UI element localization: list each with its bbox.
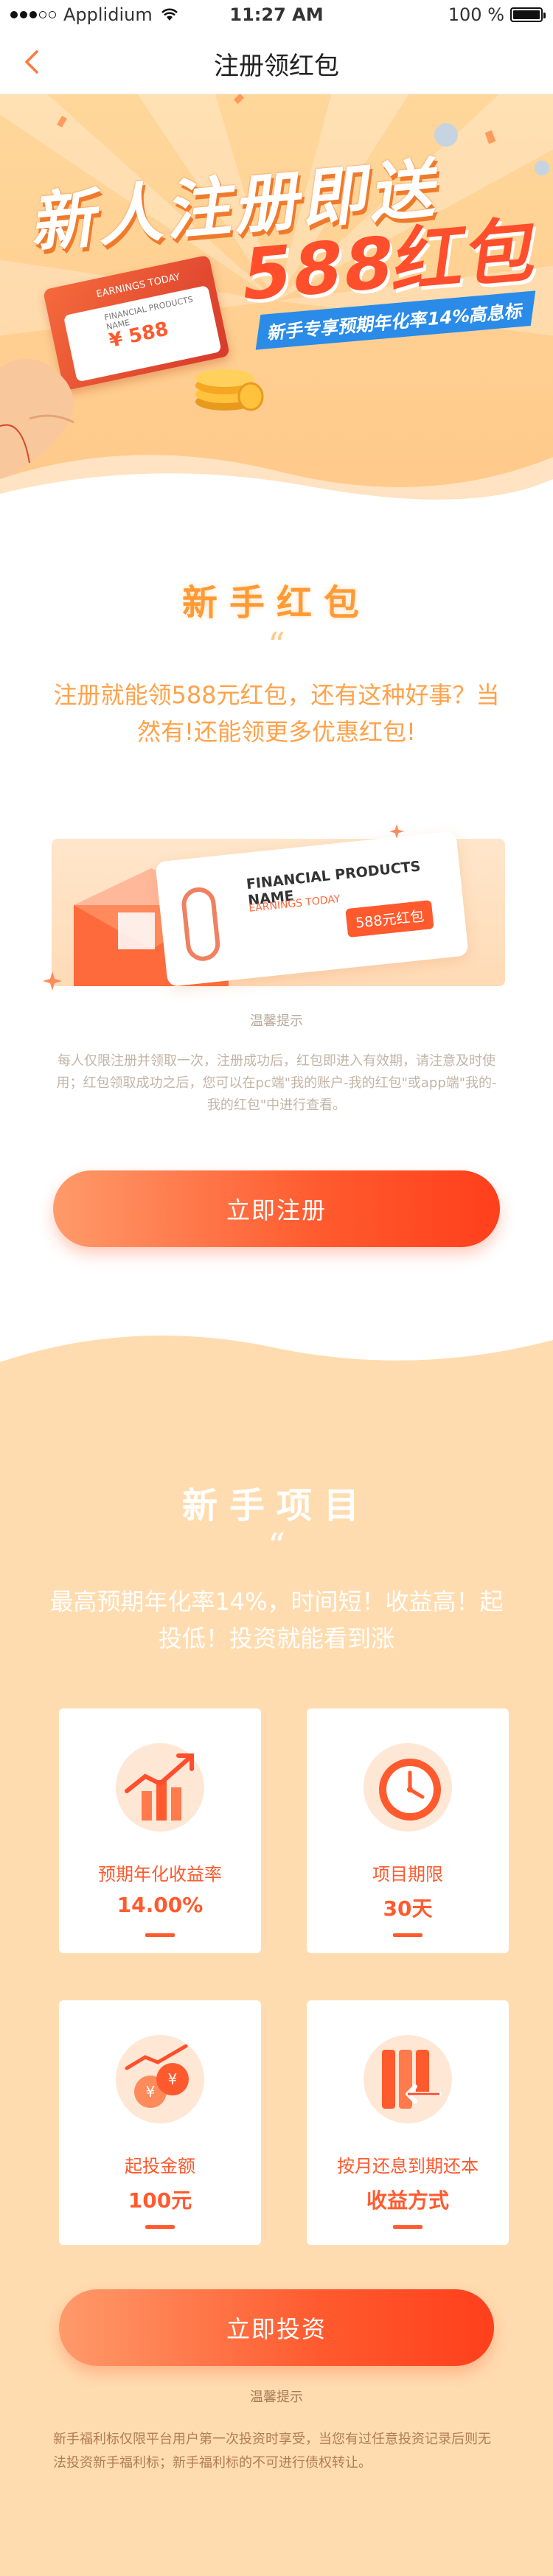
battery-icon bbox=[510, 7, 546, 22]
feature-card-min-invest: ¥ ¥ 起投金额 100元 bbox=[59, 2000, 261, 2245]
projects-title: 新手项目 bbox=[181, 1485, 371, 1526]
projects-description: 最高预期年化率14%，时间短！收益高！起投低！投资就能看到涨 bbox=[49, 1588, 504, 1652]
tips-label: 温馨提示 bbox=[250, 1013, 303, 1029]
sparkle-icon bbox=[389, 824, 404, 839]
feature-value: 14.00% bbox=[116, 1893, 204, 1917]
nav-bar: 注册领红包 bbox=[0, 29, 553, 94]
tips-body: 每人仅限注册并领取一次，注册成功后，红包即进入有效期，请注意及时使用；红包领取成… bbox=[56, 1053, 497, 1113]
feature-card-term: 项目期限 30天 bbox=[307, 1708, 509, 1953]
underline-bar bbox=[393, 2225, 422, 2229]
red-packet-section: 新手红包 “ 注册就能领588元红包，还有这种好事？当然有!还能领更多优惠红包!… bbox=[0, 507, 553, 1310]
coins-icon: ¥ ¥ bbox=[116, 2035, 204, 2123]
hero-banner: 新人注册即送 588红包 新手专享预期年化率14%高息标 EARNINGS TO… bbox=[0, 94, 553, 507]
coupon-ticket: FINANCIAL PRODUCTS NAME EARNINGS TODAY 5… bbox=[155, 831, 469, 987]
svg-text:¥: ¥ bbox=[168, 2070, 178, 2088]
quote-icon: “ bbox=[268, 1526, 285, 1566]
wave-divider bbox=[0, 455, 553, 507]
red-packet-description: 注册就能领588元红包，还有这种好事？当然有!还能领更多优惠红包! bbox=[53, 681, 500, 746]
feature-label: 项目期限 bbox=[372, 1864, 443, 1885]
status-bar: Applidium 11:27 AM 100 % bbox=[0, 0, 553, 29]
feature-value: 30天 bbox=[383, 1896, 433, 1921]
feature-label: 起投金额 bbox=[125, 2156, 195, 2177]
feature-value: 100元 bbox=[128, 2188, 192, 2213]
feature-label: 预期年化收益率 bbox=[98, 1864, 222, 1885]
coupon-amount-badge: 588元红包 bbox=[345, 900, 434, 938]
feature-value: 收益方式 bbox=[366, 2188, 449, 2213]
wave-divider bbox=[0, 1310, 553, 1362]
feature-label: 按月还息到期还本 bbox=[337, 2156, 479, 2177]
tips-label: 温馨提示 bbox=[250, 2390, 303, 2405]
underline-bar bbox=[145, 2225, 175, 2229]
paperclip-icon bbox=[180, 885, 222, 963]
newbie-projects-section: 新手项目 “ 最高预期年化率14%，时间短！收益高！起投低！投资就能看到涨 预期… bbox=[0, 1310, 553, 2576]
coins-icon bbox=[195, 369, 264, 411]
feature-card-repayment: 按月还息到期还本 收益方式 bbox=[307, 2000, 509, 2245]
underline-bar bbox=[393, 1933, 422, 1937]
growth-chart-icon bbox=[116, 1743, 204, 1832]
quote-icon: “ bbox=[268, 625, 285, 665]
sparkle-icon bbox=[43, 971, 62, 991]
underline-bar bbox=[145, 1933, 175, 1937]
repayment-icon bbox=[364, 2035, 452, 2123]
clock-icon bbox=[364, 1743, 452, 1832]
svg-text:¥: ¥ bbox=[146, 2083, 156, 2101]
battery-percent: 100 % bbox=[448, 4, 504, 25]
invest-button[interactable]: 立即投资 bbox=[59, 2289, 494, 2366]
page-title: 注册领红包 bbox=[214, 52, 339, 81]
feature-card-rate: 预期年化收益率 14.00% bbox=[59, 1708, 261, 1953]
red-packet-title: 新手红包 bbox=[181, 582, 371, 624]
status-right: 100 % bbox=[448, 4, 546, 25]
tips-body: 新手福利标仅限平台用户第一次投资时享受，当您有过任意投资记录后则无法投资新手福利… bbox=[53, 2432, 491, 2471]
register-button[interactable]: 立即注册 bbox=[53, 1170, 500, 1247]
coupon-illustration: FINANCIAL PRODUCTS NAME EARNINGS TODAY 5… bbox=[43, 824, 505, 991]
